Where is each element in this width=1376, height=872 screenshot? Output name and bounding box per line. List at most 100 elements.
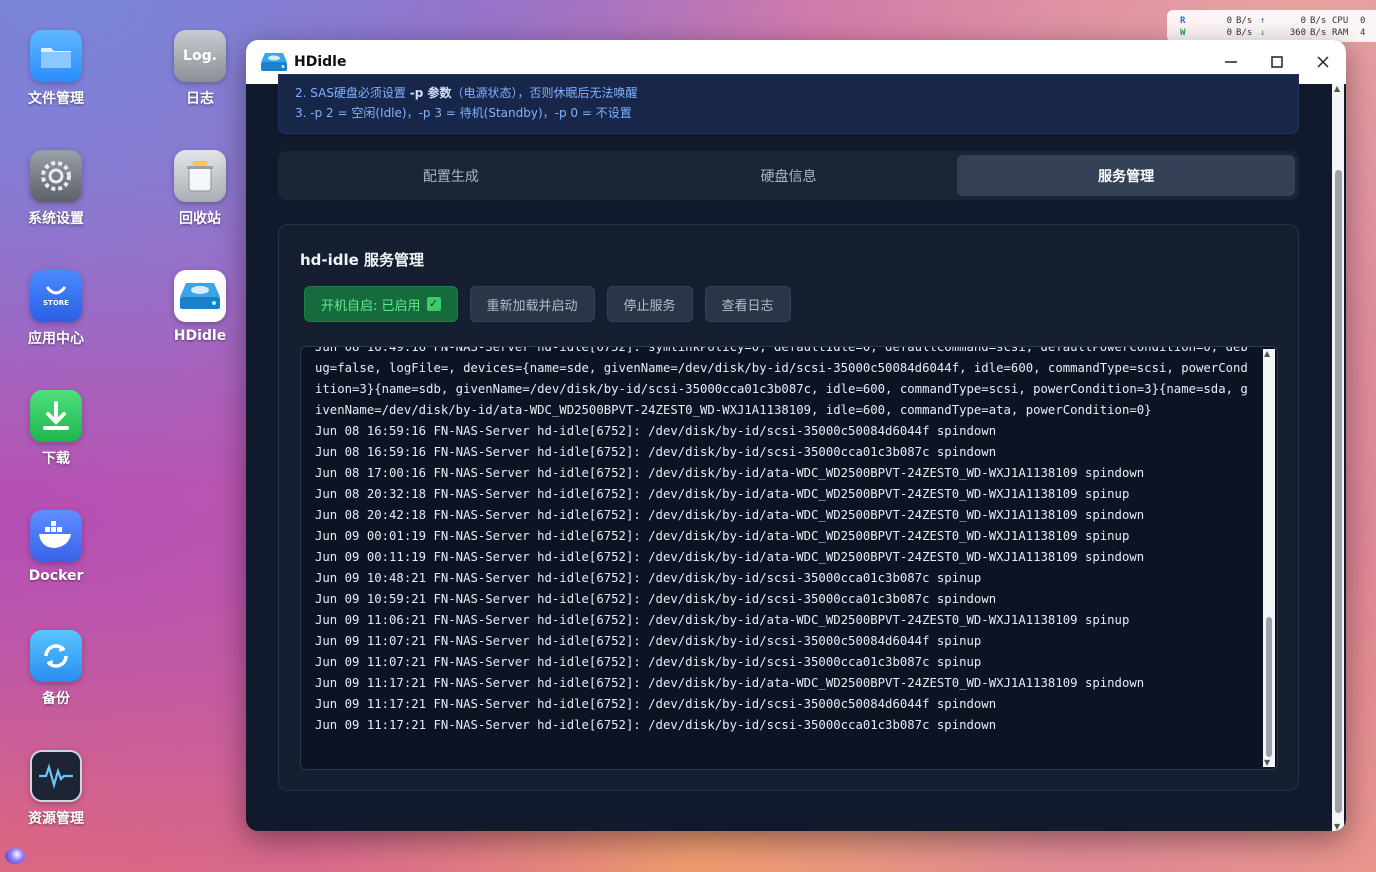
minimize-icon (1225, 61, 1237, 63)
write-unit: B/s (1236, 28, 1253, 38)
write-label: W (1180, 28, 1186, 38)
desktop-icon-files[interactable]: 文件管理 (6, 30, 106, 108)
store-badge: STORE (43, 298, 69, 307)
upload-value: 0 (1300, 16, 1306, 26)
notes-box: 2. SAS硬盘必须设置 -p 参数（电源状态），否则休眠后无法唤醒 3. -p… (278, 74, 1299, 134)
log-line: Jun 09 10:48:21 FN-NAS-Server hd-idle[67… (315, 571, 982, 585)
tab-bar: 配置生成 硬盘信息 服务管理 (278, 151, 1299, 200)
close-button[interactable] (1300, 40, 1346, 84)
panel-title: hd-idle 服务管理 (300, 251, 425, 269)
desktop-icon-log[interactable]: Log. 日志 (150, 30, 250, 108)
download-icon (30, 390, 82, 442)
docker-icon (30, 510, 82, 562)
desktop-icon-download[interactable]: 下载 (6, 390, 106, 468)
log-line: Jun 09 11:06:21 FN-NAS-Server hd-idle[67… (315, 613, 1130, 627)
note-line-2-suffix: （电源状态），否则休眠后无法唤醒 (451, 86, 638, 100)
hdidle-window: HDidle 2. SAS硬盘必须设置 -p 参数（电源状态），否则休眠后无法唤… (246, 40, 1346, 831)
desktop-icon-backup[interactable]: 备份 (6, 630, 106, 708)
window-scrollbar-thumb[interactable] (1335, 170, 1342, 813)
trash-icon (174, 150, 226, 202)
stop-service-button[interactable]: 停止服务 (606, 286, 693, 322)
write-value: 0 (1226, 28, 1232, 38)
backup-icon (30, 630, 82, 682)
desktop-icon-trash[interactable]: 回收站 (150, 150, 250, 228)
folder-icon (30, 30, 82, 82)
desktop-icon-label: 资源管理 (28, 811, 84, 827)
read-label: R (1180, 16, 1186, 26)
scroll-down-arrow-icon[interactable]: ▼ (1334, 822, 1340, 831)
autostart-toggle-button[interactable]: 开机自启: 已启用 ✓ (304, 286, 458, 322)
service-button-row: 开机自启: 已启用 ✓ 重新加载并启动 停止服务 查看日志 (304, 286, 791, 322)
window-title: HDidle (294, 54, 347, 70)
log-line: Jun 08 20:32:18 FN-NAS-Server hd-idle[67… (315, 487, 1130, 501)
desktop-icon-store[interactable]: STORE 应用中心 (6, 270, 106, 348)
checkmark-icon: ✓ (426, 297, 441, 311)
log-line: Jun 08 20:42:18 FN-NAS-Server hd-idle[67… (315, 508, 1145, 522)
close-icon (1317, 56, 1329, 68)
log-text: Jun 08 16:49:16 FN-NAS-Server hd-idle[67… (315, 346, 1255, 736)
ram-label: RAM (1332, 28, 1349, 38)
desktop-icon-label: 备份 (42, 691, 70, 707)
scroll-up-arrow-icon[interactable]: ▲ (1264, 349, 1270, 358)
desktop-icon-label: 回收站 (179, 211, 221, 227)
upload-unit: B/s (1310, 16, 1327, 26)
note-line-2-bold: -p 参数 (409, 86, 452, 100)
log-line: Jun 08 16:49:16 FN-NAS-Server hd-idle[67… (315, 346, 1248, 417)
desktop-icon-label: 下载 (42, 451, 70, 467)
desktop-icon-label: 系统设置 (28, 211, 84, 227)
desktop-icon-label: Docker (28, 568, 84, 584)
note-line-2: 2. SAS硬盘必须设置 -p 参数（电源状态），否则休眠后无法唤醒 (295, 83, 1282, 103)
log-line: Jun 09 11:07:21 FN-NAS-Server hd-idle[67… (315, 634, 982, 648)
window-scrollbar[interactable]: ▲ ▼ (1332, 84, 1344, 831)
download-value: 360 (1289, 28, 1306, 38)
read-value: 0 (1226, 16, 1232, 26)
desktop-icon-settings[interactable]: 系统设置 (6, 150, 106, 228)
log-line: Jun 09 00:01:19 FN-NAS-Server hd-idle[67… (315, 529, 1130, 543)
maximize-icon (1271, 56, 1283, 68)
tab-config-generate[interactable]: 配置生成 (282, 155, 620, 196)
tab-service-management[interactable]: 服务管理 (957, 155, 1296, 196)
activity-icon (30, 750, 82, 802)
log-line: Jun 09 11:17:21 FN-NAS-Server hd-idle[67… (315, 697, 997, 711)
read-unit: B/s (1236, 16, 1253, 26)
service-panel: hd-idle 服务管理 开机自启: 已启用 ✓ 重新加载并启动 停止服务 查看… (278, 224, 1299, 791)
log-line: Jun 09 10:59:21 FN-NAS-Server hd-idle[67… (315, 592, 997, 606)
scroll-up-arrow-icon[interactable]: ▲ (1334, 84, 1340, 93)
tab-disk-info[interactable]: 硬盘信息 (620, 155, 958, 196)
note-line-2-prefix: 2. SAS硬盘必须设置 (295, 86, 410, 100)
cpu-label: CPU (1332, 16, 1349, 26)
window-content: 2. SAS硬盘必须设置 -p 参数（电源状态），否则休眠后无法唤醒 3. -p… (246, 74, 1332, 831)
store-icon: STORE (30, 270, 82, 322)
hdd-icon (174, 270, 226, 322)
note-line-3: 3. -p 2 = 空闲(Idle)，-p 3 = 待机(Standby)，-p… (295, 106, 632, 120)
log-scrollbar-thumb[interactable] (1266, 617, 1272, 757)
gear-icon (30, 150, 82, 202)
system-monitor-widget[interactable]: R 0 B/s ↑ 0 B/s CPU 0 W 0 B/s ↓ 360 B/s … (1167, 10, 1376, 42)
desktop-icon-label: 应用中心 (28, 331, 84, 347)
desktop-icon-docker[interactable]: Docker (6, 510, 106, 584)
reload-restart-button[interactable]: 重新加载并启动 (469, 286, 595, 322)
scroll-down-arrow-icon[interactable]: ▼ (1264, 758, 1270, 767)
view-logs-button[interactable]: 查看日志 (704, 286, 791, 322)
download-unit: B/s (1310, 28, 1327, 38)
log-icon: Log. (174, 30, 226, 82)
launcher-icon[interactable] (5, 848, 25, 864)
log-badge: Log. (183, 48, 217, 64)
log-line: Jun 09 00:11:19 FN-NAS-Server hd-idle[67… (315, 550, 1145, 564)
log-line: Jun 08 16:59:16 FN-NAS-Server hd-idle[67… (315, 445, 997, 459)
autostart-label: 开机自启: 已启用 (321, 298, 421, 314)
download-arrow-icon: ↓ (1260, 28, 1266, 38)
hdd-icon (261, 53, 287, 71)
log-line: Jun 09 11:07:21 FN-NAS-Server hd-idle[67… (315, 655, 982, 669)
log-line: Jun 09 11:17:21 FN-NAS-Server hd-idle[67… (315, 676, 1145, 690)
desktop-icon-label: HDidle (173, 328, 227, 344)
desktop-icon-resource-monitor[interactable]: 资源管理 (6, 750, 106, 828)
log-line: Jun 08 16:59:16 FN-NAS-Server hd-idle[67… (315, 424, 997, 438)
ram-value: 4 (1360, 28, 1366, 38)
log-line: Jun 08 17:00:16 FN-NAS-Server hd-idle[67… (315, 466, 1145, 480)
upload-arrow-icon: ↑ (1260, 16, 1266, 26)
log-scrollbar[interactable]: ▲ ▼ (1263, 349, 1275, 767)
desktop-icon-hdidle[interactable]: HDidle (150, 270, 250, 344)
log-output[interactable]: Jun 08 16:49:16 FN-NAS-Server hd-idle[67… (300, 346, 1278, 770)
log-line: Jun 09 11:17:21 FN-NAS-Server hd-idle[67… (315, 718, 997, 732)
